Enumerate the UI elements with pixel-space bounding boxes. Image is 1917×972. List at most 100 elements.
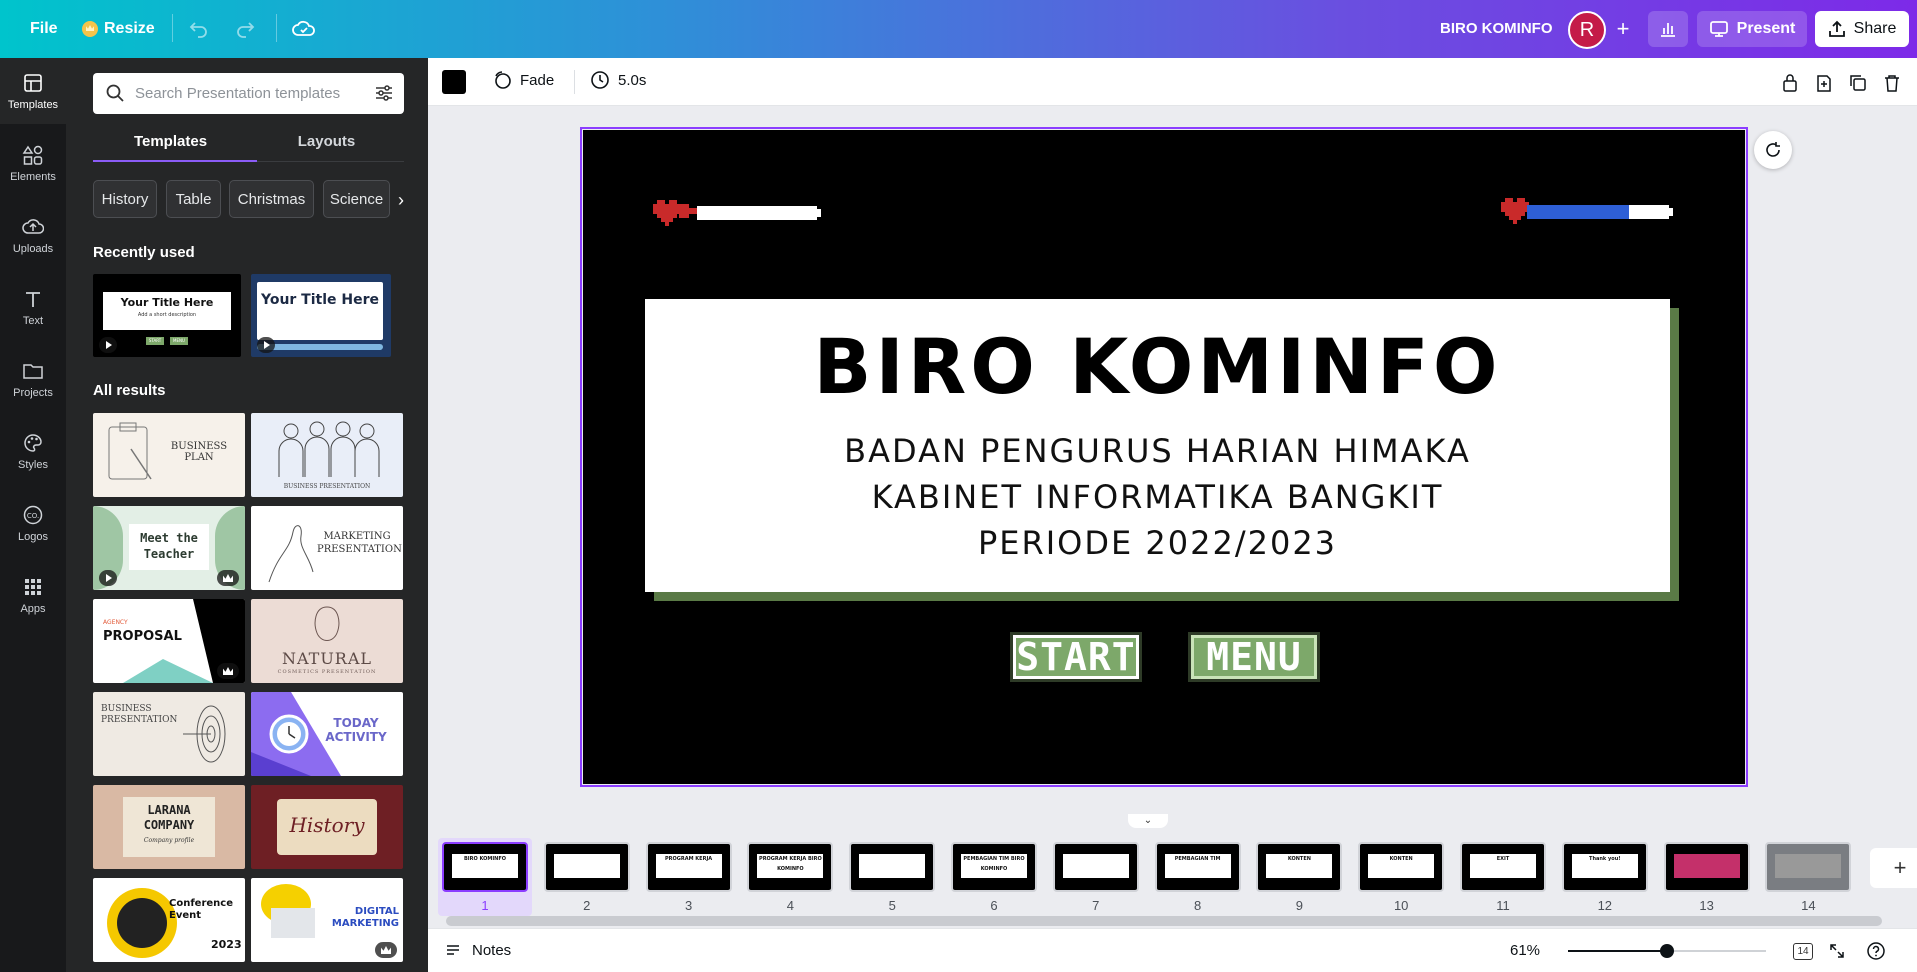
- page-count: 14: [1793, 942, 1813, 960]
- page-thumbnail-card: BIRO KOMINFO: [452, 854, 518, 878]
- recent-template-1[interactable]: Your Title Here Add a short description …: [93, 274, 241, 357]
- rail-label: Uploads: [12, 242, 54, 255]
- chip-science[interactable]: Science: [323, 180, 390, 218]
- page-thumbnail[interactable]: KONTEN: [1358, 842, 1445, 892]
- notes-button[interactable]: Notes: [444, 941, 511, 959]
- page-thumbnail[interactable]: [1765, 842, 1852, 892]
- timing-button[interactable]: 5.0s: [590, 70, 646, 90]
- template-larana-company[interactable]: LARANA COMPANY Company profile: [93, 785, 245, 869]
- page-thumbnail-card: EXIT: [1470, 854, 1536, 878]
- page-thumbnail-card: [859, 854, 926, 878]
- menu-button[interactable]: MENU: [1188, 632, 1320, 682]
- page-thumbnail[interactable]: KONTEN: [1256, 842, 1343, 892]
- search-input[interactable]: [135, 81, 360, 105]
- hand-illustration: [268, 525, 314, 583]
- chevron-right-icon[interactable]: ›: [398, 190, 404, 211]
- rail-item-projects[interactable]: Projects: [0, 346, 66, 412]
- text-icon: [26, 291, 40, 307]
- horizontal-scrollbar[interactable]: [446, 916, 1882, 926]
- transition-button[interactable]: Fade: [492, 70, 554, 90]
- template-today-activity[interactable]: TODAY ACTIVITY: [251, 692, 403, 776]
- tab-templates[interactable]: Templates: [93, 130, 248, 154]
- present-button[interactable]: Present: [1697, 11, 1807, 47]
- page-thumbnail[interactable]: BIRO KOMINFO: [442, 842, 528, 892]
- template-marketing-presentation[interactable]: MARKETING PRESENTATION: [251, 506, 403, 590]
- tab-layouts[interactable]: Layouts: [249, 130, 404, 154]
- page-thumbnail-card: Thank you!: [1571, 854, 1638, 878]
- analytics-button[interactable]: [1648, 11, 1688, 47]
- resize-label: Resize: [104, 20, 155, 37]
- clipboard-illustration: [108, 422, 152, 480]
- crown-icon: [82, 21, 98, 37]
- rail-item-templates[interactable]: Templates: [0, 58, 66, 124]
- file-menu-button[interactable]: File: [20, 10, 68, 48]
- undo-icon[interactable]: [182, 12, 216, 46]
- page-thumbnail[interactable]: PEMBAGIAN TIM: [1154, 842, 1241, 892]
- document-title[interactable]: BIRO KOMINFO: [1440, 20, 1553, 37]
- chip-christmas[interactable]: Christmas: [229, 180, 314, 218]
- thumb-title: MARKETING PRESENTATION: [317, 531, 402, 555]
- cloud-saved-icon[interactable]: [287, 12, 321, 46]
- rail-item-text[interactable]: Text: [0, 274, 66, 340]
- page-thumbnail[interactable]: [849, 842, 936, 892]
- share-button[interactable]: Share: [1815, 11, 1909, 47]
- page-thumbnail-card: [1775, 854, 1842, 878]
- duplicate-icon[interactable]: [1845, 70, 1871, 96]
- template-history[interactable]: History: [251, 785, 403, 869]
- page-filmstrip: ⌄ BIRO KOMINFO 1 2 PROGRAM KERJA 3 PROGRAM KE…: [428, 808, 1917, 928]
- people-illustration: [278, 421, 380, 477]
- page-thumbnail[interactable]: [543, 842, 630, 892]
- rail-item-uploads[interactable]: Uploads: [0, 202, 66, 268]
- template-digital-marketing[interactable]: DIGITAL MARKETING: [251, 878, 403, 962]
- rail-item-apps[interactable]: Apps: [0, 562, 66, 628]
- page-thumbnail[interactable]: [1052, 842, 1139, 892]
- template-conference-event[interactable]: Conference Event 2023: [93, 878, 245, 962]
- page-thumbnail[interactable]: PROGRAM KERJA: [645, 842, 732, 892]
- template-meet-the-teacher[interactable]: Meet the Teacher: [93, 506, 245, 590]
- chip-history[interactable]: History: [93, 180, 157, 218]
- thumb-year: 2023: [211, 938, 242, 951]
- rail-item-styles[interactable]: Styles: [0, 418, 66, 484]
- page-number: 13: [1699, 898, 1714, 913]
- rail-label: Templates: [7, 98, 59, 111]
- slide-canvas[interactable]: BIRO KOMINFO BADAN PENGURUS HARIAN HIMAK…: [583, 130, 1745, 784]
- page-number: 5: [888, 898, 896, 913]
- background-color-swatch[interactable]: [442, 70, 466, 94]
- chip-table[interactable]: Table: [166, 180, 221, 218]
- template-agency-proposal[interactable]: AGENCY PROPOSAL: [93, 599, 245, 683]
- add-page-icon[interactable]: [1811, 70, 1837, 96]
- page-thumbnail[interactable]: EXIT: [1460, 842, 1546, 892]
- thumb-title: NATURAL: [281, 649, 373, 668]
- uploads-icon: [22, 218, 44, 234]
- page-thumbnail[interactable]: PEMBAGIAN TIM BIRO KOMINFO: [951, 842, 1037, 892]
- rail-item-elements[interactable]: Elements: [0, 130, 66, 196]
- help-icon[interactable]: [1864, 939, 1888, 963]
- refresh-comment-icon[interactable]: [1754, 131, 1792, 169]
- template-natural[interactable]: NATURAL COSMETICS PRESENTATION: [251, 599, 403, 683]
- page-thumbnail[interactable]: [1663, 842, 1750, 892]
- chevron-down-icon[interactable]: ⌄: [1128, 814, 1168, 828]
- redo-icon[interactable]: [228, 12, 262, 46]
- thumb-menu: MENU: [170, 337, 188, 345]
- zoom-percentage[interactable]: 61%: [1510, 942, 1540, 959]
- add-page-button[interactable]: +: [1870, 848, 1917, 888]
- template-business-plan[interactable]: BUSINESS PLAN: [93, 413, 245, 497]
- invite-plus-icon[interactable]: +: [1608, 14, 1638, 44]
- zoom-slider-handle[interactable]: [1660, 944, 1674, 958]
- rail-item-logos[interactable]: CO. Logos: [0, 490, 66, 556]
- template-business-presentation-2[interactable]: BUSINESS PRESENTATION: [93, 692, 245, 776]
- page-thumbnail[interactable]: PROGRAM KERJA BIRO KOMINFO: [747, 842, 834, 892]
- recent-template-2[interactable]: Your Title Here: [251, 274, 391, 357]
- lock-icon[interactable]: [1777, 70, 1803, 96]
- divider: [172, 14, 173, 42]
- avatar[interactable]: R: [1568, 11, 1606, 49]
- clock-icon: [591, 71, 609, 89]
- trash-icon[interactable]: [1879, 70, 1905, 96]
- resize-button[interactable]: Resize: [72, 10, 165, 48]
- page-thumbnail[interactable]: Thank you!: [1561, 842, 1648, 892]
- fullscreen-icon[interactable]: [1825, 939, 1849, 963]
- page-count-button[interactable]: 14: [1791, 939, 1815, 963]
- start-button[interactable]: START: [1010, 632, 1142, 682]
- filter-icon[interactable]: [374, 83, 394, 103]
- template-business-presentation-1[interactable]: BUSINESS PRESENTATION: [251, 413, 403, 497]
